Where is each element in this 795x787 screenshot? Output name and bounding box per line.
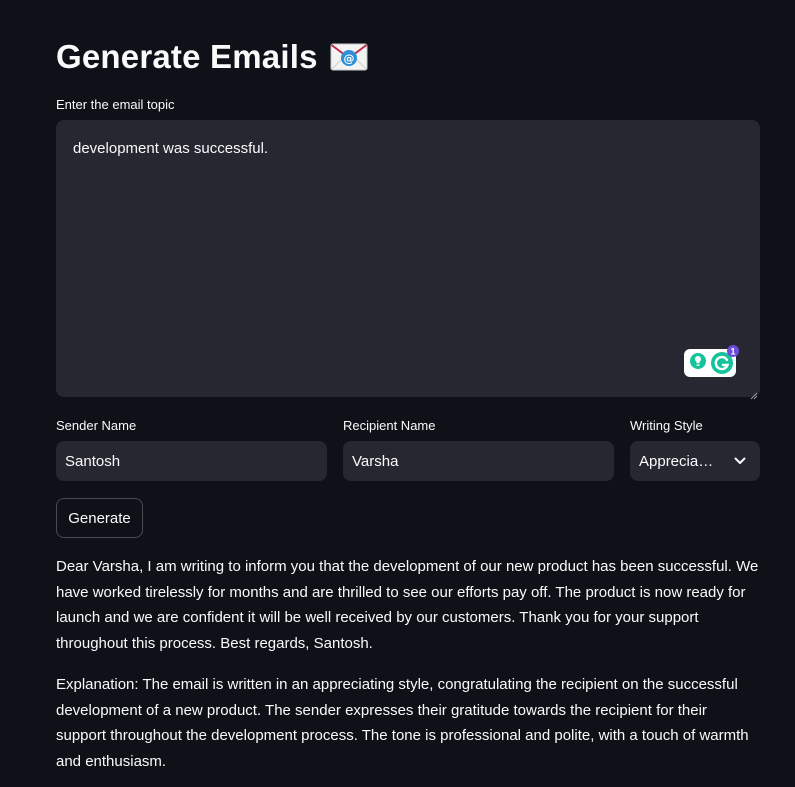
sender-input-value: Santosh bbox=[65, 452, 121, 470]
svg-text:1: 1 bbox=[730, 347, 735, 357]
resize-handle-icon[interactable] bbox=[750, 387, 758, 400]
sender-field: Sender Name Santosh bbox=[56, 417, 327, 481]
sender-input[interactable]: Santosh bbox=[56, 441, 327, 481]
topic-textarea[interactable]: development was successful. 1 bbox=[56, 120, 760, 400]
fields-row: Sender Name Santosh Recipient Name Varsh… bbox=[56, 417, 760, 481]
recipient-input-value: Varsha bbox=[352, 452, 399, 470]
app-page: Generate Emails @ Enter the email topic … bbox=[0, 0, 795, 787]
generated-output: Dear Varsha, I am writing to inform you … bbox=[56, 554, 760, 787]
recipient-input[interactable]: Varsha bbox=[343, 441, 614, 481]
grammarly-widget[interactable]: 1 bbox=[684, 345, 740, 377]
recipient-field: Recipient Name Varsha bbox=[343, 417, 614, 481]
envelope-with-at-icon: @ bbox=[330, 42, 368, 72]
topic-label: Enter the email topic bbox=[56, 97, 175, 112]
svg-text:@: @ bbox=[343, 52, 354, 65]
generate-button[interactable]: Generate bbox=[56, 498, 143, 538]
sender-label: Sender Name bbox=[56, 418, 137, 433]
chevron-down-icon bbox=[734, 457, 746, 464]
main-content: Generate Emails @ Enter the email topic … bbox=[56, 34, 760, 770]
grammarly-badge: 1 bbox=[727, 345, 739, 357]
recipient-label: Recipient Name bbox=[343, 418, 436, 433]
writing-style-select[interactable]: Apprecia… bbox=[630, 441, 760, 481]
writing-style-label: Writing Style bbox=[630, 418, 703, 433]
writing-style-value: Apprecia… bbox=[639, 452, 714, 470]
generated-email-text: Dear Varsha, I am writing to inform you … bbox=[56, 558, 759, 652]
page-title: Generate Emails bbox=[56, 38, 318, 75]
topic-textarea-value: development was successful. bbox=[73, 140, 269, 157]
explanation-text: Explanation: The email is written in an … bbox=[56, 676, 749, 770]
lightbulb-icon bbox=[690, 353, 706, 369]
writing-style-field: Writing Style Apprecia… bbox=[630, 417, 760, 481]
title-row: Generate Emails @ bbox=[56, 34, 760, 80]
